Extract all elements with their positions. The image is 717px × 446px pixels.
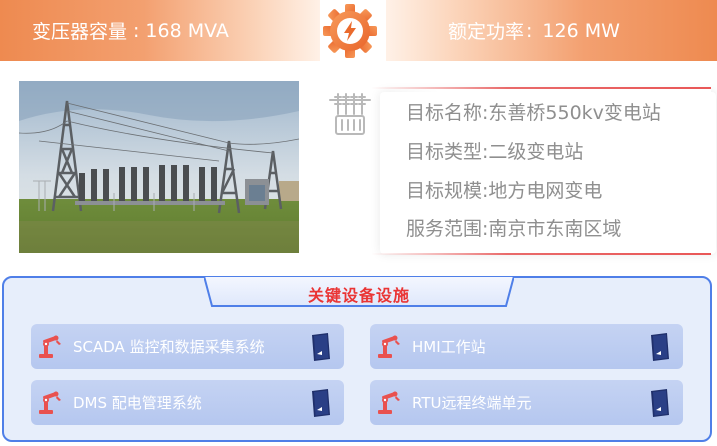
lightning-gear-icon bbox=[323, 4, 377, 58]
facility-item-scada[interactable]: SCADA 监控和数据采集系统 bbox=[31, 324, 344, 369]
facility-item-rtu[interactable]: RTU远程终端单元 bbox=[370, 380, 683, 425]
capacity-colon: : bbox=[133, 19, 140, 42]
panel-bottom-rule bbox=[371, 253, 711, 255]
target-scale-value: 地方电网变电 bbox=[488, 180, 603, 202]
target-name-label: 目标名称: bbox=[406, 102, 489, 124]
robot-arm-icon bbox=[378, 391, 400, 414]
target-type-label: 目标类型: bbox=[406, 141, 489, 163]
power-value: 126 MW bbox=[542, 19, 620, 42]
target-type-value: 二级变电站 bbox=[488, 141, 584, 163]
key-facilities-panel: 关键设备设施 SCADA 监控和数据采集系统 HMI工作站 DMS 配电管理系统… bbox=[2, 276, 712, 442]
server-cabinet-icon bbox=[312, 389, 330, 417]
capacity-value: 168 MVA bbox=[145, 19, 229, 42]
facility-item-hmi[interactable]: HMI工作站 bbox=[370, 324, 683, 369]
top-banner: 变压器容量 : 168 MVA 额定功率 : 126 MW bbox=[0, 0, 717, 61]
substation-photo bbox=[19, 81, 299, 253]
rated-power-stat: 额定功率 : 126 MW bbox=[386, 0, 717, 61]
service-area-label: 服务范围: bbox=[406, 218, 489, 240]
facility-label: SCADA 监控和数据采集系统 bbox=[73, 338, 265, 356]
capacity-label: 变压器容量 bbox=[32, 21, 128, 43]
facility-label: RTU远程终端单元 bbox=[412, 394, 532, 412]
server-cabinet-icon bbox=[312, 333, 330, 361]
robot-arm-icon bbox=[39, 335, 61, 358]
robot-arm-icon bbox=[39, 391, 61, 414]
target-scale-row: 目标规模:地方电网变电 bbox=[406, 176, 602, 203]
target-name-value: 东善桥550kv变电站 bbox=[488, 102, 661, 124]
power-colon: : bbox=[526, 19, 533, 42]
target-scale-label: 目标规模: bbox=[406, 180, 489, 202]
target-name-row: 目标名称:东善桥550kv变电站 bbox=[406, 98, 661, 125]
target-info-panel: 目标名称:东善桥550kv变电站 目标类型:二级变电站 目标规模:地方电网变电 … bbox=[371, 87, 711, 255]
robot-arm-icon bbox=[378, 335, 400, 358]
transformer-icon bbox=[329, 93, 371, 135]
server-cabinet-icon bbox=[651, 333, 669, 361]
server-cabinet-icon bbox=[651, 389, 669, 417]
panel-top-rule bbox=[371, 87, 711, 89]
facility-item-dms[interactable]: DMS 配电管理系统 bbox=[31, 380, 344, 425]
power-label: 额定功率 bbox=[448, 21, 525, 43]
service-area-row: 服务范围:南京市东南区域 bbox=[406, 214, 621, 241]
facility-label: HMI工作站 bbox=[412, 338, 486, 356]
transformer-capacity-stat: 变压器容量 : 168 MVA bbox=[0, 0, 320, 61]
target-type-row: 目标类型:二级变电站 bbox=[406, 137, 583, 164]
facilities-title: 关键设备设施 bbox=[307, 286, 410, 305]
service-area-value: 南京市东南区域 bbox=[488, 218, 622, 240]
facility-label: DMS 配电管理系统 bbox=[73, 394, 202, 412]
